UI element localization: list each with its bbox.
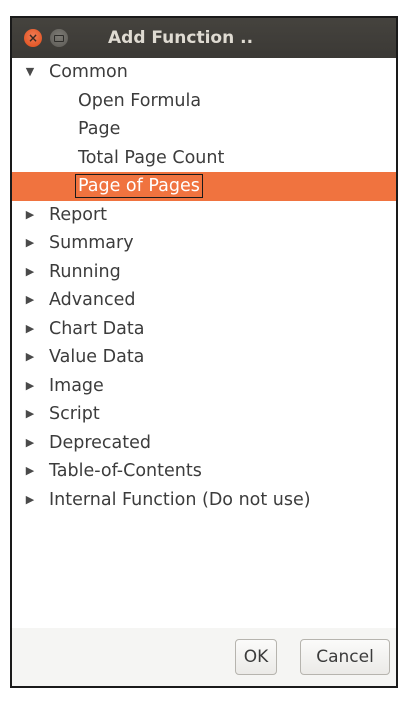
tree-item-common[interactable]: ▼ Common (12, 58, 396, 87)
collapsed-arrow-icon[interactable]: ▶ (24, 400, 36, 429)
window-title: Add Function .. (108, 28, 254, 48)
title-bar: × Add Function .. (12, 18, 396, 58)
ok-button[interactable]: OK (235, 639, 277, 675)
tree-item-label: Total Page Count (78, 147, 225, 168)
dialog-button-bar: OK Cancel (12, 628, 396, 686)
tree-item-script[interactable]: ▶ Script (12, 400, 396, 429)
tree-item-label: Advanced (49, 290, 136, 310)
tree-item-open-formula[interactable]: Open Formula (12, 87, 396, 116)
add-function-dialog: × Add Function .. ▼ Common Open Formula … (10, 16, 398, 688)
function-tree: ▼ Common Open Formula Page Total Page Co… (12, 58, 396, 514)
collapsed-arrow-icon[interactable]: ▶ (24, 315, 36, 344)
collapsed-arrow-icon[interactable]: ▶ (24, 201, 36, 230)
cancel-button[interactable]: Cancel (300, 639, 390, 675)
collapsed-arrow-icon[interactable]: ▶ (24, 372, 36, 401)
tree-item-label: Table-of-Contents (49, 461, 202, 481)
tree-item-page-of-pages[interactable]: Page of Pages (12, 172, 396, 201)
collapsed-arrow-icon[interactable]: ▶ (24, 286, 36, 315)
tree-item-label: Report (49, 204, 108, 225)
tree-item-deprecated[interactable]: ▶ Deprecated (12, 429, 396, 458)
tree-item-label: Image (49, 375, 104, 396)
close-icon[interactable]: × (24, 29, 42, 47)
tree-item-table-of-contents[interactable]: ▶ Table-of-Contents (12, 457, 396, 486)
tree-item-label: Page of Pages (75, 174, 203, 198)
expanded-arrow-icon[interactable]: ▼ (24, 58, 36, 87)
tree-item-value-data[interactable]: ▶ Value Data (12, 343, 396, 372)
tree-item-label: Common (49, 62, 128, 82)
tree-item-advanced[interactable]: ▶ Advanced (12, 286, 396, 315)
tree-item-label: Summary (49, 233, 134, 253)
collapsed-arrow-icon[interactable]: ▶ (24, 343, 36, 372)
tree-item-label: Page (78, 119, 121, 139)
tree-item-label: Internal Function (Do not use) (49, 489, 311, 510)
tree-item-label: Deprecated (49, 432, 152, 453)
collapsed-arrow-icon[interactable]: ▶ (24, 486, 36, 515)
tree-item-summary[interactable]: ▶ Summary (12, 229, 396, 258)
tree-item-label: Open Formula (78, 90, 202, 111)
collapsed-arrow-icon[interactable]: ▶ (24, 457, 36, 486)
collapsed-arrow-icon[interactable]: ▶ (24, 258, 36, 287)
tree-item-page[interactable]: Page (12, 115, 396, 144)
tree-item-image[interactable]: ▶ Image (12, 372, 396, 401)
tree-item-label: Running (49, 261, 121, 282)
tree-item-chart-data[interactable]: ▶ Chart Data (12, 315, 396, 344)
tree-item-internal-function[interactable]: ▶ Internal Function (Do not use) (12, 486, 396, 515)
tree-item-total-page-count[interactable]: Total Page Count (12, 144, 396, 173)
collapsed-arrow-icon[interactable]: ▶ (24, 429, 36, 458)
tree-item-label: Value Data (49, 347, 145, 367)
tree-item-label: Chart Data (49, 318, 145, 339)
tree-item-label: Script (49, 404, 100, 424)
minimize-icon[interactable] (50, 29, 68, 47)
tree-item-running[interactable]: ▶ Running (12, 258, 396, 287)
collapsed-arrow-icon[interactable]: ▶ (24, 229, 36, 258)
tree-item-report[interactable]: ▶ Report (12, 201, 396, 230)
